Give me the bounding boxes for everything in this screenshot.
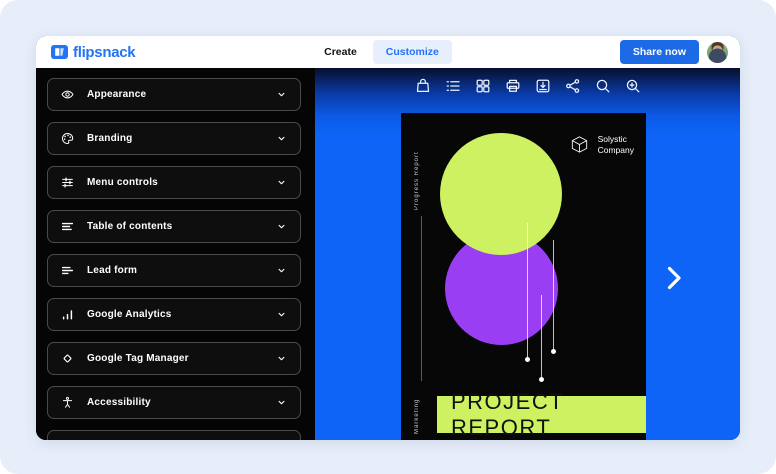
company-name: Solystic Company: [598, 134, 634, 156]
company-logo: Solystic Company: [568, 133, 634, 156]
sidebar-item-label: Lead form: [87, 265, 137, 276]
hanging-line-dot: [525, 357, 530, 362]
window-body: Appearance Branding Menu: [36, 68, 740, 440]
spine-bottom-label: Marketing: [414, 386, 420, 434]
sidebar-item-label: Google Tag Manager: [87, 353, 189, 364]
sidebar-item-label: Table of contents: [87, 221, 172, 232]
chevron-down-icon: [276, 89, 287, 100]
chevron-down-icon: [276, 221, 287, 232]
chevron-down-icon: [276, 133, 287, 144]
sidebar-item-menu-controls[interactable]: Menu controls: [47, 166, 301, 199]
header-tabs: Create Customize: [324, 40, 452, 64]
spine-divider-line: [421, 216, 422, 381]
cover-title: PROJECT REPORT: [451, 389, 646, 441]
sidebar-item-label: Appearance: [87, 89, 146, 100]
sidebar-item-appearance[interactable]: Appearance: [47, 78, 301, 111]
sidebar-item-partial[interactable]: [47, 430, 301, 440]
sliders-icon: [61, 176, 74, 189]
eye-icon: [61, 88, 74, 101]
share-now-button[interactable]: Share now: [620, 40, 699, 64]
chevron-right-icon: [664, 265, 684, 291]
sidebar-item-google-tag-manager[interactable]: Google Tag Manager: [47, 342, 301, 375]
company-name-line1: Solystic: [598, 134, 634, 145]
spine-top-label: Progress Report: [414, 135, 420, 210]
company-name-line2: Company: [598, 145, 634, 156]
page-list-icon[interactable]: [444, 77, 462, 95]
sidebar-item-table-of-contents[interactable]: Table of contents: [47, 210, 301, 243]
accessibility-person-icon: [61, 396, 74, 409]
green-circle-graphic: [440, 133, 562, 255]
app-canvas: flipsnack Create Customize Share now App…: [0, 0, 776, 474]
chevron-down-icon: [276, 177, 287, 188]
hanging-line: [527, 223, 528, 357]
top-header: flipsnack Create Customize Share now: [36, 36, 740, 68]
sidebar-item-label: Google Analytics: [87, 309, 172, 320]
tab-create[interactable]: Create: [324, 46, 357, 58]
download-icon[interactable]: [534, 77, 552, 95]
print-icon[interactable]: [504, 77, 522, 95]
sidebar-item-label: Menu controls: [87, 177, 158, 188]
flipsnack-logo-icon: [51, 45, 68, 59]
user-avatar[interactable]: [707, 42, 728, 63]
bar-chart-icon: [61, 308, 74, 321]
flipbook-cover-page[interactable]: Progress Report Marketing Solystic Compa…: [401, 113, 646, 440]
form-lines-icon: [61, 264, 74, 277]
title-banner: PROJECT REPORT: [437, 396, 646, 433]
customize-sidebar: Appearance Branding Menu: [36, 68, 315, 440]
sidebar-item-label: Branding: [87, 133, 133, 144]
hanging-line-dot: [551, 349, 556, 354]
share-icon[interactable]: [564, 77, 582, 95]
tab-customize[interactable]: Customize: [373, 40, 452, 64]
logo-text: flipsnack: [73, 44, 135, 61]
sidebar-item-google-analytics[interactable]: Google Analytics: [47, 298, 301, 331]
sidebar-item-accessibility[interactable]: Accessibility: [47, 386, 301, 419]
palette-icon: [61, 132, 74, 145]
hanging-line: [553, 240, 554, 349]
chevron-down-icon: [276, 353, 287, 364]
header-actions: Share now: [620, 40, 728, 64]
chevron-down-icon: [276, 265, 287, 276]
sidebar-item-branding[interactable]: Branding: [47, 122, 301, 155]
search-icon[interactable]: [594, 77, 612, 95]
sidebar-item-label: Accessibility: [87, 397, 151, 408]
flipsnack-logo[interactable]: flipsnack: [51, 44, 135, 61]
hanging-line-dot: [539, 377, 544, 382]
viewer-toolbar: [315, 77, 740, 95]
chevron-down-icon: [276, 397, 287, 408]
list-lines-icon: [61, 220, 74, 233]
sidebar-item-lead-form[interactable]: Lead form: [47, 254, 301, 287]
flipsnack-window: flipsnack Create Customize Share now App…: [36, 36, 740, 440]
preview-canvas: Progress Report Marketing Solystic Compa…: [315, 68, 740, 440]
diamond-icon: [61, 352, 74, 365]
zoom-in-icon[interactable]: [624, 77, 642, 95]
chevron-down-icon: [276, 309, 287, 320]
grid-view-icon[interactable]: [474, 77, 492, 95]
shopping-bag-icon[interactable]: [414, 77, 432, 95]
next-page-button[interactable]: [664, 265, 684, 291]
hanging-line: [541, 295, 542, 377]
cube-icon: [568, 133, 591, 156]
